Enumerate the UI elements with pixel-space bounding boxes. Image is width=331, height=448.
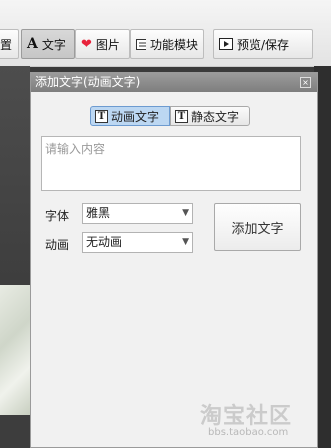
text-frame-icon: T — [95, 109, 108, 123]
module-icon — [136, 38, 146, 50]
add-text-button-label: 添加文字 — [231, 221, 284, 237]
add-text-dialog: 添加文字(动画文字) × T 动画文字 T 静态文字 字体 雅黑 ▼ 动画 无动… — [30, 72, 318, 448]
dialog-title-bar: 添加文字(动画文字) × — [31, 73, 317, 92]
tab-static-text-label: 静态文字 — [191, 109, 240, 124]
dropdown-arrow-icon: ▼ — [182, 237, 189, 247]
tab-static-text[interactable]: T 静态文字 — [170, 106, 250, 126]
dropdown-arrow-icon: ▼ — [182, 208, 189, 218]
toolbar-button-preview-save[interactable]: 预览/保存 — [213, 29, 313, 59]
tab-animated-text-label: 动画文字 — [111, 109, 160, 124]
play-icon — [219, 38, 233, 50]
toolbar-label-image: 图片 — [95, 37, 120, 52]
animation-label: 动画 — [45, 238, 70, 252]
watermark: 淘宝社区 bbs.taobao.com — [200, 398, 320, 446]
text-frame-icon: T — [175, 109, 188, 123]
canvas-photo — [0, 285, 30, 415]
top-toolbar: 置 A 文字 ❤ 图片 功能模块 预览/保存 — [0, 0, 331, 67]
toolbar-button-image[interactable]: ❤ 图片 — [75, 29, 130, 59]
font-label: 字体 — [45, 209, 70, 223]
text-content-input[interactable] — [41, 136, 301, 191]
tab-animated-text[interactable]: T 动画文字 — [90, 106, 170, 126]
toolbar-label-preview-save: 预览/保存 — [237, 37, 290, 52]
animation-select-value: 无动画 — [86, 235, 123, 249]
toolbar-label-text: 文字 — [41, 37, 66, 52]
font-select-value: 雅黑 — [86, 206, 111, 220]
close-icon[interactable]: × — [300, 77, 311, 88]
watermark-url: bbs.taobao.com — [208, 427, 289, 438]
font-select[interactable]: 雅黑 ▼ — [82, 203, 193, 224]
watermark-logo: 淘宝社区 — [200, 404, 293, 429]
add-text-button[interactable]: 添加文字 — [214, 203, 301, 251]
toolbar-button-text[interactable]: A 文字 — [21, 29, 75, 59]
text-a-icon: A — [27, 36, 38, 52]
toolbar-label-modules: 功能模块 — [149, 37, 198, 52]
animation-select[interactable]: 无动画 ▼ — [82, 232, 193, 253]
dialog-title: 添加文字(动画文字) — [35, 75, 141, 89]
toolbar-button-settings[interactable]: 置 — [0, 29, 19, 59]
heart-icon: ❤ — [81, 36, 92, 52]
toolbar-button-modules[interactable]: 功能模块 — [130, 29, 204, 59]
toolbar-label-settings: 置 — [0, 37, 13, 52]
